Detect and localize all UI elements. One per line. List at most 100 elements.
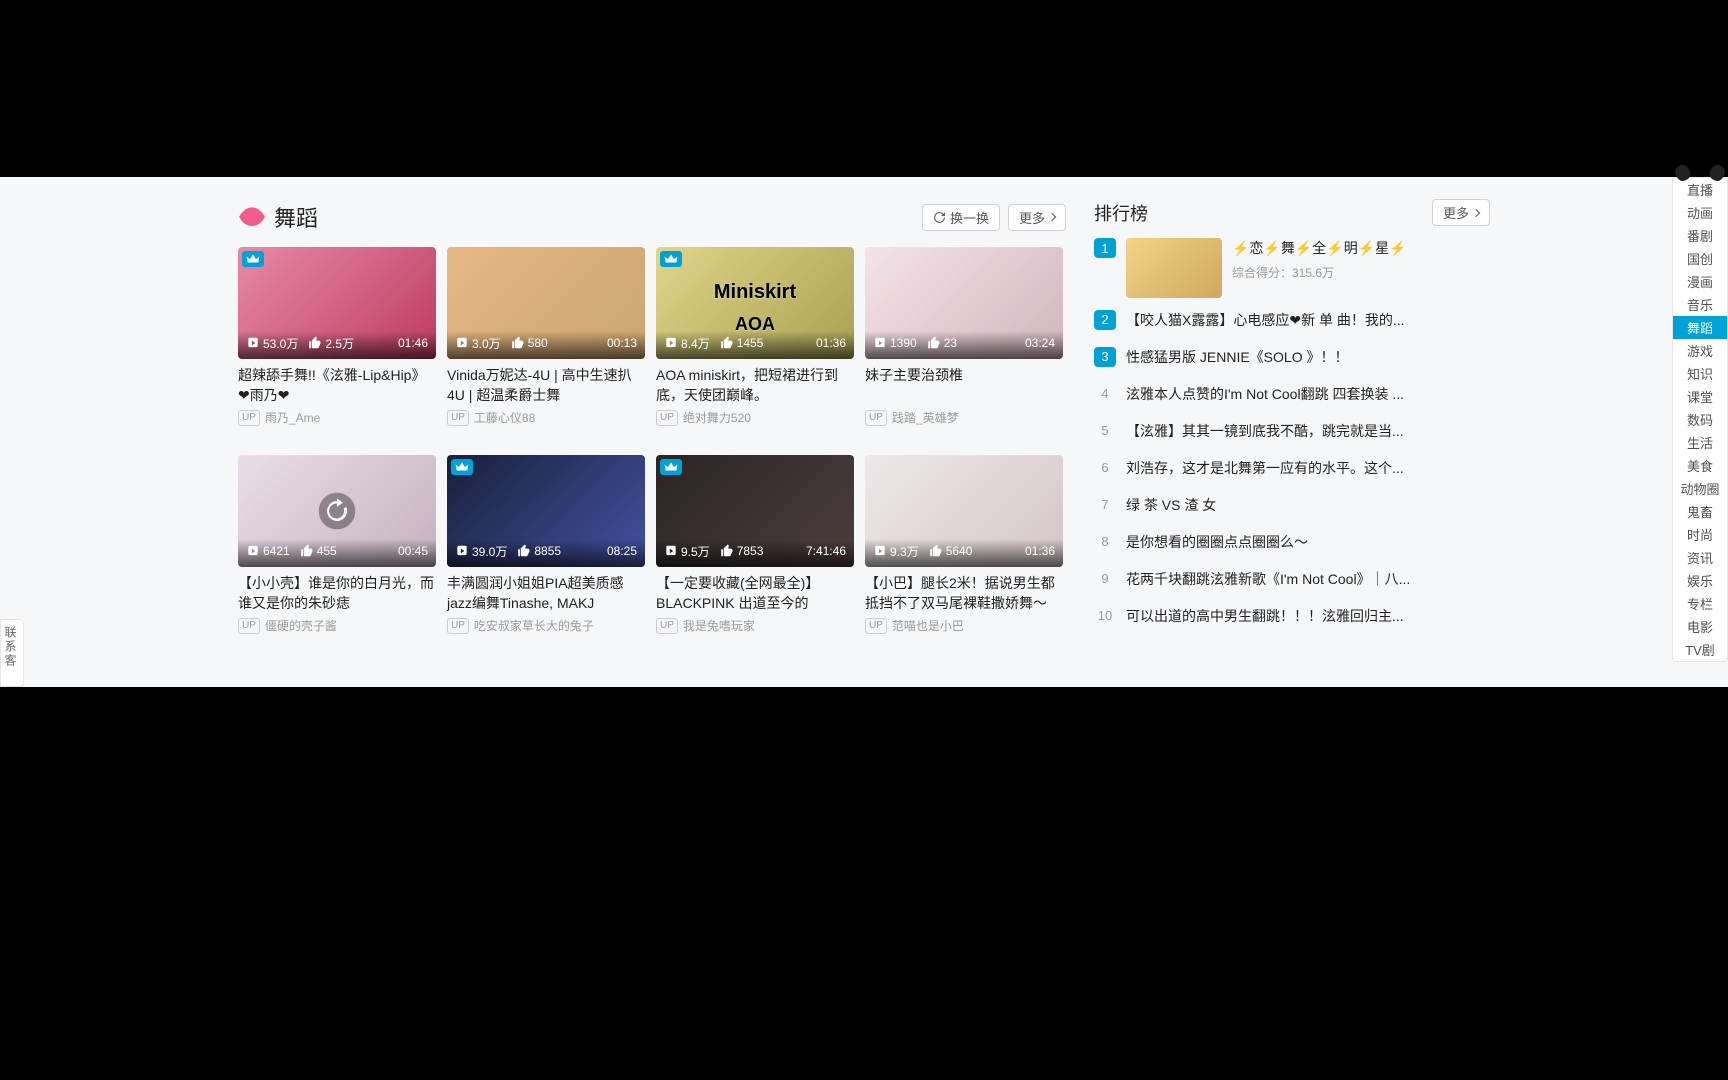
up-badge: UP [656, 618, 678, 634]
video-thumbnail[interactable]: 39.0万 8855 08:25 [447, 455, 645, 567]
play-count: 9.5万 [664, 543, 710, 560]
ranking-item[interactable]: 10 可以出道的高中男生翻跳！！！泫雅回归主... [1094, 600, 1490, 631]
rank-item-title: 性感猛男版 JENNIE《SOLO 》！！ [1126, 347, 1490, 367]
video-title[interactable]: 【小小壳】谁是你的白月光，而谁又是你的朱砂痣 [238, 573, 436, 613]
nav-item-时尚[interactable]: 时尚 [1673, 523, 1727, 546]
uploader-name[interactable]: 吃安叔家草长大的兔子 [474, 617, 594, 634]
thumb-overlay-text: AOA [656, 314, 854, 335]
video-title[interactable]: 超辣舔手舞!!《泫雅-Lip&Hip》❤雨乃❤ [238, 365, 436, 405]
video-thumbnail[interactable]: 6421 455 00:45 [238, 455, 436, 567]
nav-item-娱乐[interactable]: 娱乐 [1673, 569, 1727, 592]
video-duration: 00:13 [607, 336, 637, 350]
rank-item-title: ⚡恋⚡舞⚡全⚡明⚡星⚡ [1232, 238, 1490, 258]
rank-item-title: 【咬人猫X露露】心电感应❤新 单 曲！我的... [1126, 310, 1490, 330]
refresh-button[interactable]: 换一换 [922, 204, 1000, 231]
nav-item-直播[interactable]: 直播 [1673, 178, 1727, 201]
nav-item-音乐[interactable]: 音乐 [1673, 293, 1727, 316]
nav-item-动画[interactable]: 动画 [1673, 201, 1727, 224]
video-title[interactable]: AOA miniskirt，把短裙进行到底，天使团巅峰。 [656, 365, 854, 405]
uploader-name[interactable]: 践踏_英雄梦 [892, 409, 959, 426]
ranking-title: 排行榜 [1094, 200, 1424, 226]
play-count: 1390 [873, 336, 917, 350]
customer-service-float[interactable]: 联系客服 [0, 619, 24, 687]
nav-item-资讯[interactable]: 资讯 [1673, 546, 1727, 569]
uploader-name[interactable]: 我是兔嗜玩家 [683, 617, 755, 634]
video-thumbnail[interactable]: 9.5万 7853 7:41:46 [656, 455, 854, 567]
nav-item-鬼畜[interactable]: 鬼畜 [1673, 500, 1727, 523]
nav-item-TV剧[interactable]: TV剧 [1673, 638, 1727, 661]
rank-number: 4 [1094, 384, 1116, 404]
ranking-more-button[interactable]: 更多 [1432, 199, 1490, 226]
uploader-name[interactable]: 雨乃_Ame [265, 409, 320, 426]
video-thumbnail[interactable]: 53.0万 2.5万 01:46 [238, 247, 436, 359]
refresh-icon [933, 211, 946, 224]
video-duration: 7:41:46 [806, 544, 846, 558]
nav-item-电影[interactable]: 电影 [1673, 615, 1727, 638]
video-title[interactable]: Vinida万妮达-4U | 高中生速扒4U | 超温柔爵士舞 [447, 365, 645, 405]
thumb-overlay-text: Miniskirt [656, 281, 854, 304]
more-button[interactable]: 更多 [1008, 204, 1066, 231]
video-thumbnail[interactable]: 1390 23 03:24 [865, 247, 1063, 359]
ranking-item[interactable]: 3 性感猛男版 JENNIE《SOLO 》！！ [1094, 341, 1490, 372]
video-grid: 53.0万 2.5万 01:46 超辣舔手舞!!《泫雅-Lip&Hip》❤雨乃❤… [238, 247, 1066, 651]
rank-number: 6 [1094, 458, 1116, 478]
rank-item-title: 是你想看的圈圈点点圈圈么～ [1126, 532, 1490, 552]
play-count: 6421 [246, 544, 290, 558]
video-thumbnail[interactable]: Miniskirt AOA 8.4万 1455 01:36 [656, 247, 854, 359]
nav-item-数码[interactable]: 数码 [1673, 408, 1727, 431]
ranking-item[interactable]: 2 【咬人猫X露露】心电感应❤新 单 曲！我的... [1094, 304, 1490, 335]
ranking-item[interactable]: 6 刘浩存，这才是北舞第一应有的水平。这个... [1094, 452, 1490, 483]
video-duration: 01:36 [816, 336, 846, 350]
ranking-item[interactable]: 1 ⚡恋⚡舞⚡全⚡明⚡星⚡ 综合得分：315.6万 [1094, 238, 1490, 298]
nav-item-生活[interactable]: 生活 [1673, 431, 1727, 454]
nav-item-国创[interactable]: 国创 [1673, 247, 1727, 270]
nav-item-漫画[interactable]: 漫画 [1673, 270, 1727, 293]
refresh-label: 换一换 [950, 208, 989, 227]
rank-item-title: 花两千块翻跳泫雅新歌《I'm Not Cool》｜八... [1126, 569, 1490, 589]
uploader-name[interactable]: 僵硬的壳子酱 [265, 617, 337, 634]
uploader-name[interactable]: 工藤心仪88 [474, 409, 535, 426]
up-badge: UP [447, 410, 469, 426]
ranking-item[interactable]: 8 是你想看的圈圈点点圈圈么～ [1094, 526, 1490, 557]
ranking-panel: 排行榜 更多 1 ⚡恋⚡舞⚡全⚡明⚡星⚡ 综合得分：315.6万 2 【咬人猫X… [1094, 199, 1490, 687]
dance-section: 舞蹈 换一换 更多 53.0万 2.5万 [238, 199, 1066, 687]
video-title[interactable]: 【小巴】腿长2米！据说男生都抵挡不了双马尾裸鞋撒娇舞～ [865, 573, 1063, 613]
nav-item-课堂[interactable]: 课堂 [1673, 385, 1727, 408]
nav-item-舞蹈[interactable]: 舞蹈 [1673, 316, 1727, 339]
rank-number: 7 [1094, 495, 1116, 515]
nav-item-游戏[interactable]: 游戏 [1673, 339, 1727, 362]
ranking-item[interactable]: 5 【泫雅】其其一镜到底我不酷，跳完就是当... [1094, 415, 1490, 446]
video-title[interactable]: 【一定要收藏(全网最全)】BLACKPINK 出道至今的 [656, 573, 854, 613]
video-duration: 01:36 [1025, 544, 1055, 558]
rank-number: 1 [1094, 238, 1116, 258]
video-title[interactable]: 妹子主要治颈椎 [865, 365, 1063, 405]
nav-item-专栏[interactable]: 专栏 [1673, 592, 1727, 615]
rank-number: 3 [1094, 347, 1116, 367]
uploader-name[interactable]: 绝对舞力520 [683, 409, 751, 426]
play-count: 9.3万 [873, 543, 919, 560]
rank-item-title: 刘浩存，这才是北舞第一应有的水平。这个... [1126, 458, 1490, 478]
video-thumbnail[interactable]: 3.0万 580 00:13 [447, 247, 645, 359]
up-badge: UP [656, 410, 678, 426]
refresh-overlay-icon [238, 455, 436, 567]
rank-score: 综合得分：315.6万 [1232, 264, 1490, 281]
video-duration: 00:45 [398, 544, 428, 558]
nav-item-动物圈[interactable]: 动物圈 [1673, 477, 1727, 500]
video-title[interactable]: 丰满圆润小姐姐PIA超美质感jazz编舞Tinashe, MAKJ [447, 573, 645, 613]
uploader-name[interactable]: 范喵也是小巴 [892, 617, 964, 634]
nav-item-知识[interactable]: 知识 [1673, 362, 1727, 385]
like-count: 2.5万 [308, 335, 354, 352]
video-thumbnail[interactable]: 9.3万 5640 01:36 [865, 455, 1063, 567]
nav-item-美食[interactable]: 美食 [1673, 454, 1727, 477]
rank-item-title: 可以出道的高中男生翻跳！！！泫雅回归主... [1126, 606, 1490, 626]
video-card: 9.5万 7853 7:41:46 【一定要收藏(全网最全)】BLACKPINK… [656, 455, 854, 651]
ranking-item[interactable]: 7 绿 茶 VS 渣 女 [1094, 489, 1490, 520]
ranking-item[interactable]: 9 花两千块翻跳泫雅新歌《I'm Not Cool》｜八... [1094, 563, 1490, 594]
nav-item-番剧[interactable]: 番剧 [1673, 224, 1727, 247]
up-badge: UP [865, 410, 887, 426]
up-badge: UP [865, 618, 887, 634]
ranking-item[interactable]: 4 泫雅本人点赞的I'm Not Cool翻跳 四套换装 ... [1094, 378, 1490, 409]
video-card: 53.0万 2.5万 01:46 超辣舔手舞!!《泫雅-Lip&Hip》❤雨乃❤… [238, 247, 436, 443]
fan-icon [238, 205, 266, 229]
rank-number: 2 [1094, 310, 1116, 330]
